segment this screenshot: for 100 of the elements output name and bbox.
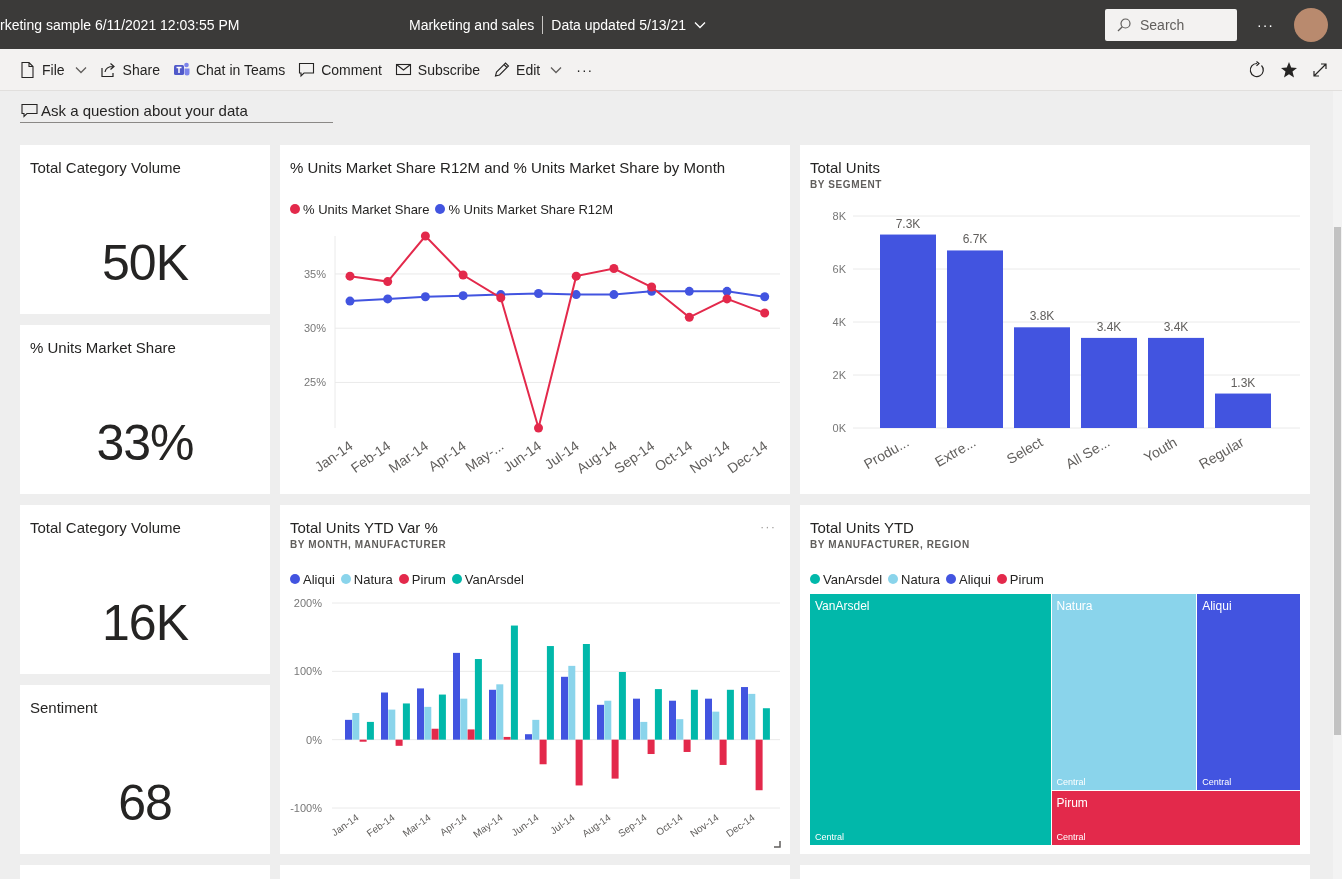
comment-button[interactable]: Comment [293, 57, 387, 82]
more-options-button[interactable]: ··· [576, 61, 594, 78]
axis-label: All Se... [1062, 433, 1113, 472]
bar[interactable] [431, 728, 439, 740]
data-point[interactable] [383, 294, 393, 304]
scrollbar[interactable] [1333, 91, 1342, 879]
treemap-block[interactable]: Aliqui Central [1197, 594, 1300, 790]
data-point[interactable] [760, 308, 770, 318]
bar[interactable] [762, 708, 770, 740]
bar[interactable] [582, 644, 590, 740]
bar[interactable] [366, 721, 374, 740]
edit-button[interactable]: Edit [488, 57, 568, 82]
bar[interactable] [402, 703, 410, 740]
data-point[interactable] [345, 296, 355, 306]
bar[interactable] [539, 739, 547, 765]
data-point[interactable] [383, 277, 393, 287]
bar[interactable] [654, 689, 662, 740]
bar[interactable] [690, 689, 698, 740]
bar[interactable] [755, 739, 763, 791]
legend-label[interactable]: Natura [901, 571, 941, 587]
data-point[interactable] [571, 271, 581, 281]
bar[interactable] [503, 736, 511, 740]
card-title: Sentiment [30, 699, 98, 716]
data-point[interactable] [534, 289, 543, 298]
scrollbar-thumb[interactable] [1334, 227, 1341, 735]
bar[interactable] [618, 672, 626, 740]
data-point[interactable] [420, 292, 430, 302]
bar[interactable] [381, 692, 388, 740]
data-updated-label[interactable]: Data updated 5/13/21 [551, 16, 686, 33]
data-point[interactable] [496, 293, 506, 303]
bar[interactable] [705, 698, 712, 740]
bar[interactable] [669, 700, 676, 740]
user-avatar[interactable] [1294, 7, 1328, 42]
treemap-block[interactable]: Pirum Central [1051, 791, 1300, 845]
data-point[interactable] [345, 271, 355, 281]
bar[interactable] [647, 739, 655, 754]
legend-label[interactable]: Aliqui [959, 571, 991, 587]
chat-in-teams-button[interactable]: Chat in Teams [167, 57, 291, 82]
data-point[interactable] [647, 282, 657, 292]
teams-icon [172, 61, 190, 78]
legend-label[interactable]: Aliqui [303, 571, 335, 587]
envelope-icon [394, 61, 412, 78]
data-point[interactable] [684, 286, 694, 296]
bar[interactable] [726, 689, 734, 740]
bar[interactable] [467, 729, 475, 740]
file-button[interactable]: File [14, 57, 92, 82]
legend-label[interactable]: Pirum [1009, 571, 1044, 587]
bar[interactable] [424, 706, 432, 740]
resize-handle-icon[interactable] [774, 841, 781, 848]
bar[interactable] [611, 739, 619, 779]
legend-label[interactable]: % Units Market Share R12M [448, 201, 614, 217]
data-point[interactable] [609, 290, 619, 300]
data-point[interactable] [420, 231, 430, 241]
file-icon [19, 61, 36, 78]
data-point[interactable] [534, 423, 543, 433]
bar[interactable] [597, 704, 604, 740]
legend-label[interactable]: VanArsdel [464, 571, 524, 587]
workspace-name[interactable]: Marketing and sales [409, 16, 535, 33]
axis-label: 100% [293, 665, 322, 678]
bar[interactable] [474, 659, 482, 740]
axis-label: Extre... [932, 433, 979, 470]
bar[interactable] [719, 739, 727, 765]
search-field[interactable]: Search [1105, 8, 1237, 41]
legend-label[interactable]: Pirum [411, 571, 446, 587]
card-subtitle: BY MANUFACTURER, REGION [810, 539, 971, 550]
more-options-button[interactable]: ··· [1257, 16, 1274, 33]
data-point[interactable] [722, 294, 732, 304]
bar[interactable] [359, 739, 367, 742]
star-icon[interactable] [1280, 60, 1298, 79]
axis-label: Youth [1140, 433, 1180, 466]
refresh-icon[interactable] [1248, 60, 1266, 79]
bar[interactable] [345, 719, 352, 740]
legend-label[interactable]: % Units Market Share [303, 201, 430, 217]
block-label: Aliqui [1202, 599, 1233, 613]
legend-label[interactable]: VanArsdel [823, 571, 882, 587]
search-icon [1117, 17, 1131, 32]
subscribe-button[interactable]: Subscribe [389, 57, 486, 82]
qna-field[interactable]: Ask a question about your data [20, 102, 333, 123]
bar[interactable] [633, 698, 640, 740]
pencil-icon [493, 61, 511, 78]
bar[interactable] [1215, 393, 1271, 428]
legend-label[interactable]: Natura [353, 571, 393, 587]
data-point[interactable] [458, 291, 468, 301]
axis-label: 6K [832, 263, 846, 275]
bar[interactable] [395, 739, 403, 746]
card-title: Total Units YTD [810, 519, 914, 536]
bar[interactable] [575, 739, 583, 786]
data-point[interactable] [571, 290, 581, 300]
bar[interactable] [510, 625, 518, 740]
share-button[interactable]: Share [94, 57, 165, 82]
bar[interactable] [438, 694, 446, 740]
data-point[interactable] [760, 292, 770, 302]
bar[interactable] [683, 739, 691, 752]
expand-icon[interactable] [1312, 61, 1328, 78]
data-point[interactable] [458, 270, 468, 280]
data-point[interactable] [609, 264, 619, 274]
kpi-value: 68 [117, 774, 173, 832]
data-point[interactable] [684, 312, 694, 322]
bar[interactable] [546, 646, 554, 740]
data-point[interactable] [722, 286, 732, 296]
